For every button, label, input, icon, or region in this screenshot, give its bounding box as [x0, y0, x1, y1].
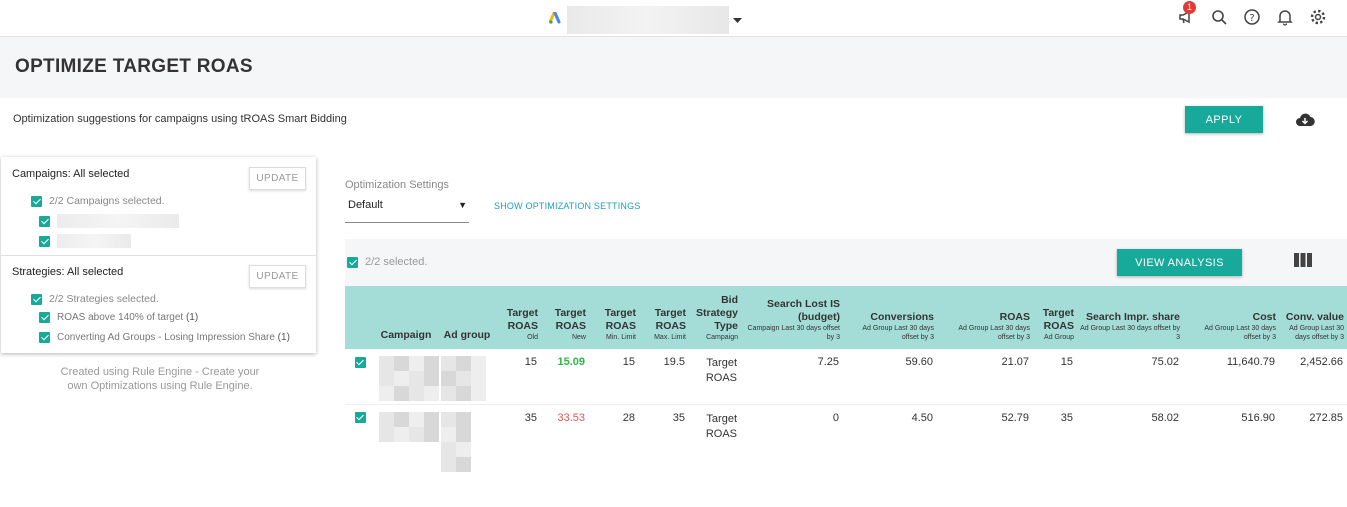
select-all-checkbox[interactable] [347, 257, 358, 268]
page-title: OPTIMIZE TARGET ROAS [15, 56, 253, 77]
campaign-name-redacted [57, 214, 179, 228]
strategy-item[interactable]: ROAS above 140% of target (1) [39, 312, 198, 323]
dropdown-arrow-icon: ▼ [458, 200, 467, 210]
campaigns-heading: Campaigns: All selected [12, 168, 130, 180]
svg-text:?: ? [1249, 13, 1254, 24]
header-target-roas-min[interactable]: Target ROAS Min. Limit [589, 286, 639, 349]
header-ad-group[interactable]: Ad group [437, 286, 497, 349]
target-roas-adgroup: 15 [1060, 356, 1073, 368]
strategies-update-button[interactable]: UPDATE [249, 265, 306, 288]
apply-button[interactable]: APPLY [1185, 106, 1263, 133]
checkbox-checked-icon [39, 235, 50, 247]
campaign-cell-redacted [375, 403, 439, 472]
row-checkbox[interactable] [345, 403, 375, 472]
roas: 21.07 [1001, 356, 1029, 368]
target-roas-old: 35 [497, 403, 541, 472]
header-cost[interactable]: Cost Ad Group Last 30 days offset by 3 [1183, 286, 1279, 349]
campaign-item[interactable] [39, 234, 131, 248]
google-ads-logo-icon [548, 11, 563, 29]
divider [1, 255, 316, 256]
account-name-redacted [567, 6, 729, 34]
announcements-icon[interactable]: 1 [1177, 1, 1197, 28]
conversions: 59.60 [905, 356, 933, 368]
campaign-cell-redacted [375, 349, 439, 404]
rule-engine-note: Created using Rule Engine - Create your … [60, 366, 260, 392]
target-roas-new: 33.53 [541, 403, 589, 472]
target-roas-max: 19.5 [663, 356, 685, 368]
strategies-heading: Strategies: All selected [12, 266, 124, 278]
cloud-download-icon[interactable] [1295, 112, 1315, 133]
table-header-row: Campaign Ad group Target ROAS Old Target … [345, 286, 1347, 349]
search-impr-share: 75.02 [1151, 356, 1179, 368]
conversions: 4.50 [843, 403, 937, 472]
optimization-settings-select[interactable]: Default ▼ [345, 196, 469, 223]
search-lost-is: 0 [741, 403, 843, 472]
cost: 11,640.79 [1226, 356, 1275, 368]
notification-badge: 1 [1183, 1, 1196, 14]
columns-icon[interactable] [1294, 253, 1312, 272]
adgroup-cell-redacted [437, 403, 497, 472]
top-bar: 1 ? [0, 0, 1347, 37]
conv-value: 2,452.66 [1300, 356, 1343, 368]
campaign-item[interactable] [39, 214, 179, 228]
target-roas-min: 28 [589, 403, 639, 472]
target-roas-new: 15.09 [557, 356, 585, 368]
header-target-roas-new[interactable]: Target ROAS New [541, 286, 589, 349]
selection-bar: 2/2 selected. VIEW ANALYSIS [345, 239, 1347, 286]
campaign-name-redacted [57, 234, 131, 248]
filter-panel: Campaigns: All selected UPDATE 2/2 Campa… [1, 157, 316, 353]
campaigns-update-button[interactable]: UPDATE [249, 167, 306, 190]
checkbox-checked-icon [39, 215, 50, 227]
show-optimization-settings-link[interactable]: SHOW OPTIMIZATION SETTINGS [494, 201, 641, 211]
table-row[interactable]: 35 33.53 28 35 Target ROAS 0 4.50 52.79 … [345, 403, 1347, 472]
table-row[interactable]: 15 15.09 15 19.5 Target ROAS 7.25 59.60 … [345, 349, 1347, 404]
checkbox-checked-icon [39, 312, 50, 323]
header-roas[interactable]: ROAS Ad Group Last 30 days offset by 3 [937, 286, 1033, 349]
campaigns-select-all[interactable]: 2/2 Campaigns selected. [31, 195, 165, 207]
view-analysis-button[interactable]: VIEW ANALYSIS [1117, 249, 1242, 276]
roas: 52.79 [937, 403, 1033, 472]
account-selector[interactable] [548, 6, 742, 34]
bid-strategy: Target ROAS [705, 357, 737, 384]
header-search-impr-share[interactable]: Search Impr. share Ad Group Last 30 days … [1077, 286, 1183, 349]
header-campaign[interactable]: Campaign [375, 286, 437, 349]
header-target-roas-max[interactable]: Target ROAS Max. Limit [639, 286, 689, 349]
header-search-lost-is[interactable]: Search Lost IS (budget) Campaign Last 30 … [741, 286, 843, 349]
header-target-roas-old[interactable]: Target ROAS Old [497, 286, 541, 349]
header-conv-value[interactable]: Conv. value Ad Group Last 30 days offset … [1279, 286, 1347, 349]
target-roas-old: 15 [524, 356, 537, 368]
strategies-select-all[interactable]: 2/2 Strategies selected. [31, 293, 159, 305]
target-roas-max: 35 [639, 403, 689, 472]
header-select [345, 286, 375, 349]
conv-value: 272.85 [1279, 403, 1347, 472]
page-subtitle: Optimization suggestions for campaigns u… [13, 113, 347, 125]
optimization-settings-label: Optimization Settings [345, 179, 449, 191]
chevron-down-icon [733, 11, 742, 29]
settings-gear-icon[interactable] [1309, 8, 1329, 28]
target-roas-adgroup: 35 [1033, 403, 1077, 472]
target-roas-min: 15 [622, 356, 635, 368]
header-bid-strategy[interactable]: Bid Strategy Type Campaign [689, 286, 741, 349]
bid-strategy: Target ROAS [689, 403, 741, 472]
cost: 516.90 [1183, 403, 1279, 472]
search-lost-is: 7.25 [817, 356, 839, 368]
checkbox-checked-icon [31, 195, 42, 207]
header-target-roas-adgroup[interactable]: Target ROAS Ad Group [1033, 286, 1077, 349]
row-checkbox[interactable] [345, 349, 375, 404]
help-icon[interactable]: ? [1243, 8, 1263, 28]
selection-count: 2/2 selected. [365, 256, 428, 268]
checkbox-checked-icon [31, 293, 42, 305]
header-conversions[interactable]: Conversions Ad Group Last 30 days offset … [843, 286, 937, 349]
optimization-table: Campaign Ad group Target ROAS Old Target … [345, 286, 1347, 472]
adgroup-cell-redacted [437, 349, 497, 404]
strategy-item[interactable]: Converting Ad Groups - Losing Impression… [39, 332, 290, 343]
search-impr-share: 58.02 [1077, 403, 1183, 472]
bell-icon[interactable] [1276, 8, 1296, 28]
search-icon[interactable] [1210, 8, 1230, 28]
checkbox-checked-icon [39, 332, 50, 343]
